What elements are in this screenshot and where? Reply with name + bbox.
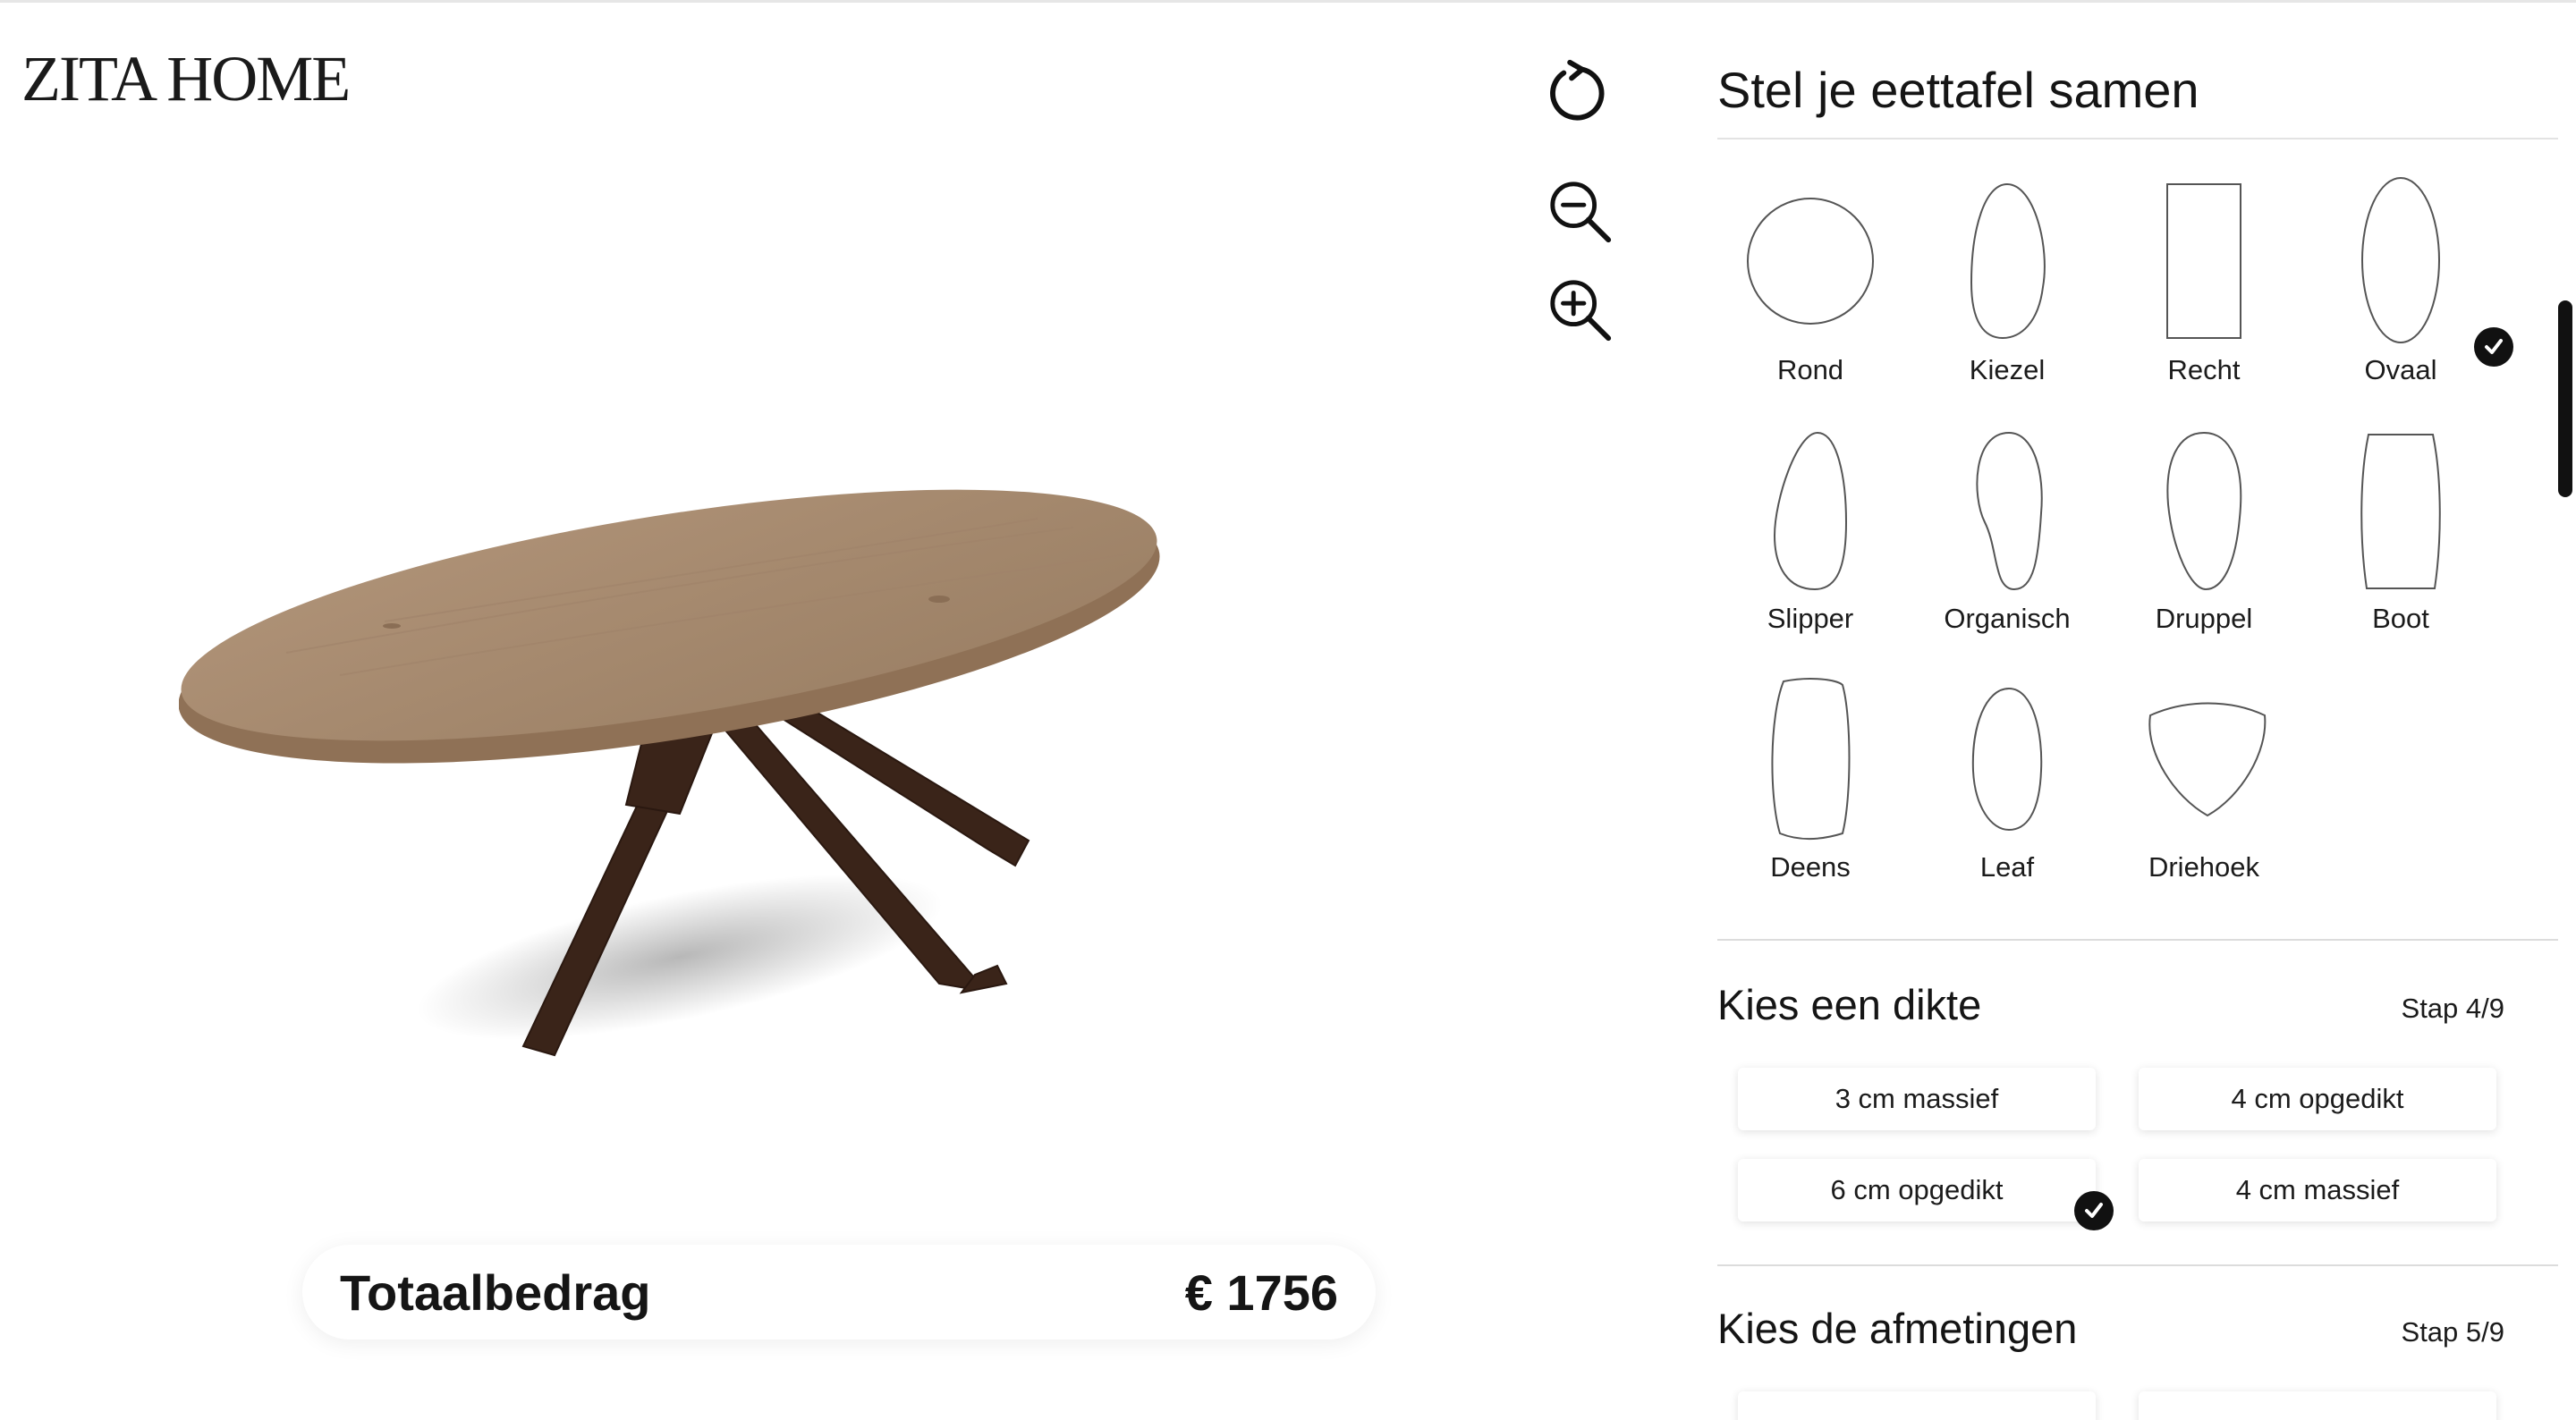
shape-label: Deens — [1770, 851, 1851, 883]
selected-check-icon — [2474, 327, 2513, 367]
oval-shape-icon — [2361, 177, 2440, 343]
configurator-title: Stel je eettafel samen — [1717, 62, 2199, 118]
thickness-option-4cm-massief[interactable]: 4 cm massief — [2139, 1159, 2496, 1221]
shape-label: Rond — [1776, 354, 1844, 385]
round-shape-icon — [1747, 198, 1874, 325]
triangle-shape-icon — [2148, 702, 2267, 817]
shape-label: Ovaal — [2364, 354, 2437, 385]
rectangle-shape-icon — [2166, 183, 2241, 339]
selected-check-icon — [2074, 1191, 2114, 1230]
divider — [1717, 138, 2558, 139]
thickness-section-title: Kies een dikte — [1717, 981, 1982, 1028]
shape-label: Boot — [2372, 603, 2429, 634]
shape-option-rond[interactable]: Rond — [1712, 175, 1909, 417]
total-price-bar: Totaalbedrag € 1756 — [302, 1245, 1376, 1340]
dimensions-step-indicator: Stap 5/9 — [2401, 1316, 2504, 1348]
shape-label: Recht — [2167, 354, 2241, 385]
shape-label: Organisch — [1944, 603, 2071, 634]
shape-option-kiezel[interactable]: Kiezel — [1909, 175, 2106, 417]
zoom-in-icon — [1550, 280, 1612, 342]
shape-option-druppel[interactable]: Druppel — [2106, 424, 2302, 665]
shape-option-recht[interactable]: Recht — [2106, 175, 2302, 417]
shape-label: Kiezel — [1969, 354, 2046, 385]
shape-option-boot[interactable]: Boot — [2302, 424, 2499, 665]
thickness-option-6cm-opgedikt[interactable]: 6 cm opgedikt — [1738, 1159, 2096, 1221]
shape-label: Driehoek — [2148, 851, 2260, 883]
shape-label: Slipper — [1767, 603, 1854, 634]
slipper-shape-icon — [1773, 431, 1848, 591]
brand-logo[interactable]: ZITA HOME — [21, 46, 351, 111]
dimension-option[interactable] — [1738, 1391, 2096, 1420]
leaf-shape-icon — [1971, 687, 2043, 832]
section-divider — [1717, 939, 2558, 941]
scrollbar-thumb[interactable] — [2558, 300, 2572, 497]
shape-option-driehoek[interactable]: Driehoek — [2106, 672, 2302, 914]
shape-option-deens[interactable]: Deens — [1712, 672, 1909, 914]
section-divider — [1717, 1264, 2558, 1266]
dimensions-section-title: Kies de afmetingen — [1717, 1305, 2078, 1352]
zoom-in-button[interactable] — [1540, 270, 1621, 351]
dimension-option[interactable] — [2139, 1391, 2496, 1420]
thickness-option-3cm-massief[interactable]: 3 cm massief — [1738, 1068, 2096, 1130]
shape-label: Leaf — [1979, 851, 2035, 883]
table-3d-preview[interactable] — [178, 429, 1306, 1109]
shape-option-slipper[interactable]: Slipper — [1712, 424, 1909, 665]
danish-shape-icon — [1771, 678, 1851, 840]
zoom-out-button[interactable] — [1540, 172, 1621, 252]
zoom-out-icon — [1550, 182, 1612, 243]
rotate-icon — [1550, 59, 1605, 121]
rotate-button[interactable] — [1535, 52, 1615, 132]
total-label: Totaalbedrag — [340, 1264, 651, 1321]
shape-option-organisch[interactable]: Organisch — [1909, 424, 2106, 665]
shape-label: Druppel — [2155, 603, 2253, 634]
thickness-option-4cm-opgedikt[interactable]: 4 cm opgedikt — [2139, 1068, 2496, 1130]
shape-option-ovaal[interactable]: Ovaal — [2302, 175, 2499, 417]
drop-shape-icon — [2166, 431, 2242, 591]
thickness-step-indicator: Stap 4/9 — [2401, 993, 2504, 1024]
organic-shape-icon — [1976, 431, 2043, 591]
pebble-shape-icon — [1970, 182, 2046, 340]
shape-option-leaf[interactable]: Leaf — [1909, 672, 2106, 914]
boat-shape-icon — [2360, 434, 2441, 589]
total-value: € 1756 — [1184, 1264, 1338, 1321]
